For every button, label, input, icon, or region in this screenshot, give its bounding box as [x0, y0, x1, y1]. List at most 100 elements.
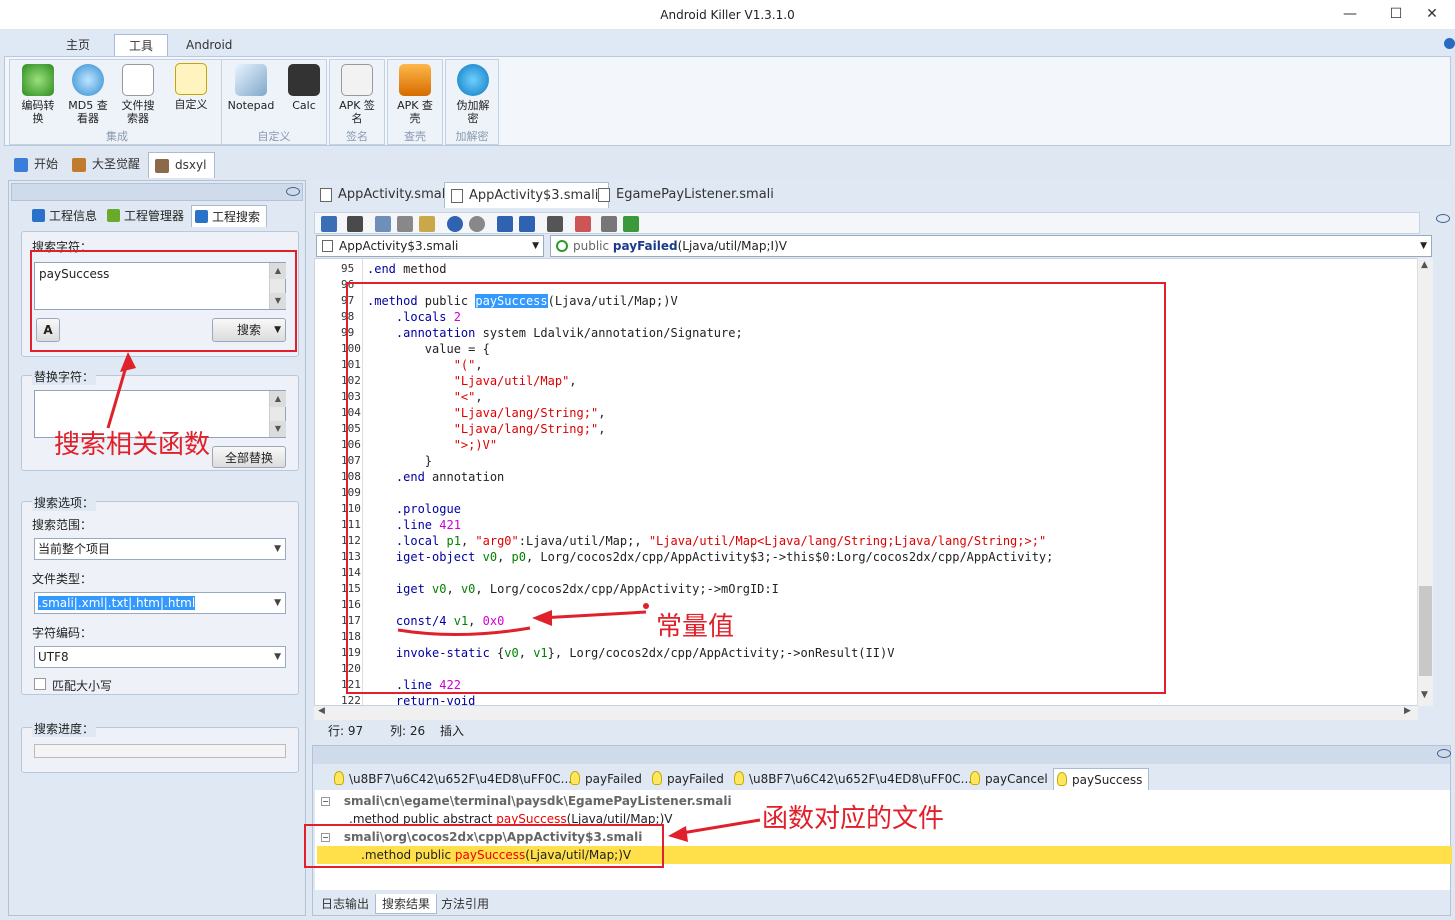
- tab-label: 工程管理器: [124, 209, 185, 223]
- match-case-label: 匹配大小写: [52, 679, 113, 693]
- md5-viewer-button[interactable]: MD5 查看器: [64, 62, 112, 130]
- method-signature: (Ljava/util/Map;I)V: [677, 239, 787, 253]
- paste-icon[interactable]: [419, 216, 435, 232]
- pseudo-encrypt-button[interactable]: 伪加解密: [449, 62, 497, 130]
- replace-all-button[interactable]: 全部替换: [212, 446, 286, 468]
- panel-header: [313, 746, 1451, 764]
- forward-icon[interactable]: [519, 216, 535, 232]
- eye-icon[interactable]: [1437, 749, 1451, 758]
- result-file-row[interactable]: − smali\cn\egame\terminal\paysdk\EgamePa…: [321, 792, 732, 810]
- minimize-button[interactable]: —: [1327, 0, 1373, 30]
- scroll-right-icon[interactable]: ▶: [1404, 706, 1411, 716]
- tab-label: payFailed: [667, 772, 724, 786]
- editor-status-bar: 行: 97 列: 26 插入: [314, 722, 1420, 740]
- match-case-checkbox[interactable]: [34, 678, 46, 690]
- tab-log-output[interactable]: 日志输出: [315, 894, 375, 914]
- class-select[interactable]: AppActivity$3.smali ▼: [316, 235, 544, 257]
- notepad-icon: [235, 64, 267, 96]
- editor-horizontal-scrollbar[interactable]: ◀ ▶: [314, 706, 1418, 720]
- refresh-icon[interactable]: [623, 216, 639, 232]
- button-label: MD5 查看器: [68, 99, 108, 125]
- group-label: 签名: [346, 130, 368, 143]
- redo-icon[interactable]: [469, 216, 485, 232]
- encode-convert-button[interactable]: 编码转换: [14, 62, 62, 130]
- eye-icon[interactable]: [286, 187, 300, 196]
- result-tab[interactable]: \u8BF7\u6C42\u652F\u4ED8\uFF0C...: [331, 768, 578, 790]
- toolbox-icon: [399, 64, 431, 96]
- button-label: APK 查壳: [397, 99, 433, 125]
- notepad-button[interactable]: Notepad: [224, 62, 278, 130]
- file-search-button[interactable]: 文件搜索器: [114, 62, 162, 130]
- document-tabs: 开始 大圣觉醒 dsxyl: [4, 150, 1451, 178]
- custom-button[interactable]: 自定义: [167, 61, 215, 129]
- lock-icon[interactable]: [321, 216, 337, 232]
- help-icon[interactable]: [1444, 38, 1455, 49]
- close-button[interactable]: ✕: [1409, 0, 1455, 30]
- encoding-select[interactable]: UTF8 ▼: [34, 646, 286, 668]
- scroll-up-icon[interactable]: ▲: [1421, 260, 1428, 270]
- title-bar: Android Killer V1.3.1.0 — ☐ ✕: [0, 0, 1455, 30]
- scroll-down-icon[interactable]: ▼: [270, 421, 286, 437]
- copy-icon[interactable]: [375, 216, 391, 232]
- panel-header: [11, 183, 303, 201]
- doc-tab-start[interactable]: 开始: [8, 152, 66, 178]
- tab-project-search[interactable]: 工程搜索: [191, 205, 267, 227]
- list-icon[interactable]: [601, 216, 617, 232]
- calc-button[interactable]: Calc: [280, 62, 328, 130]
- group-label: 查壳: [404, 130, 426, 143]
- options-label: 搜索选项：: [32, 494, 97, 511]
- file-tab-egamepaylistener[interactable]: EgamePayListener.smali: [592, 182, 784, 208]
- file-tab-appactivity3[interactable]: AppActivity$3.smali: [444, 182, 610, 208]
- doc-tab-project1[interactable]: 大圣觉醒: [66, 152, 148, 178]
- eye-icon[interactable]: [1436, 214, 1450, 223]
- line-number: 95: [341, 262, 355, 275]
- tab-search-results[interactable]: 搜索结果: [375, 894, 438, 914]
- ribbon-tab-android[interactable]: Android: [172, 34, 246, 56]
- result-tab[interactable]: \u8BF7\u6C42\u652F\u4ED8\uFF0C...: [731, 768, 978, 790]
- scroll-left-icon[interactable]: ◀: [318, 706, 325, 716]
- apk-sign-button[interactable]: APK 签名: [333, 62, 381, 130]
- tab-project-manager[interactable]: 工程管理器: [104, 205, 184, 227]
- tab-project-info[interactable]: 工程信息: [29, 205, 97, 227]
- editor-vertical-scrollbar[interactable]: ▲ ▼: [1417, 258, 1433, 706]
- apk-shell-check-button[interactable]: APK 查壳: [391, 62, 439, 130]
- chevron-down-icon: ▼: [1420, 241, 1427, 251]
- back-icon[interactable]: [497, 216, 513, 232]
- scrollbar[interactable]: ▲ ▼: [269, 391, 286, 437]
- annotation-search-text: 搜索相关函数: [54, 430, 211, 460]
- file-tab-appactivity[interactable]: AppActivity.smali: [314, 182, 459, 208]
- tab-label: payCancel: [985, 772, 1048, 786]
- result-tab[interactable]: payFailed: [649, 768, 730, 790]
- bulb-icon: [1057, 772, 1067, 786]
- result-tab[interactable]: paySuccess: [1053, 768, 1150, 790]
- app-icon: [155, 159, 169, 173]
- result-tab[interactable]: payCancel: [967, 768, 1054, 790]
- scroll-up-icon[interactable]: ▲: [270, 391, 286, 407]
- scope-label: 搜索范围：: [32, 518, 93, 532]
- java-icon[interactable]: [575, 216, 591, 232]
- collapse-icon[interactable]: −: [321, 797, 330, 806]
- format-icon[interactable]: [547, 216, 563, 232]
- method-select[interactable]: public payFailed(Ljava/util/Map;I)V ▼: [550, 235, 1432, 257]
- undo-icon[interactable]: [447, 216, 463, 232]
- file-icon: [598, 188, 610, 202]
- button-label: APK 签名: [339, 99, 375, 125]
- ribbon-tab-tools[interactable]: 工具: [114, 34, 169, 56]
- calculator-icon: [288, 64, 320, 96]
- result-tab[interactable]: payFailed: [567, 768, 648, 790]
- bulb-icon: [570, 771, 580, 785]
- scroll-down-icon[interactable]: ▼: [1421, 690, 1428, 700]
- home-icon: [14, 158, 28, 172]
- scroll-thumb[interactable]: [1419, 586, 1432, 676]
- tab-label: paySuccess: [1072, 773, 1143, 787]
- cut-icon[interactable]: [397, 216, 413, 232]
- filetype-select[interactable]: .smali|.xml|.txt|.htm|.html ▼: [34, 592, 286, 614]
- save-icon[interactable]: [347, 216, 363, 232]
- scope-select[interactable]: 当前整个项目 ▼: [34, 538, 286, 560]
- method-modifier: public: [573, 239, 613, 253]
- annotation-file-text: 函数对应的文件: [762, 804, 945, 834]
- ribbon-tab-home[interactable]: 主页: [52, 34, 104, 56]
- editor-toolbar: [314, 212, 1420, 234]
- tab-method-references[interactable]: 方法引用: [435, 894, 495, 914]
- doc-tab-project2[interactable]: dsxyl: [148, 152, 216, 178]
